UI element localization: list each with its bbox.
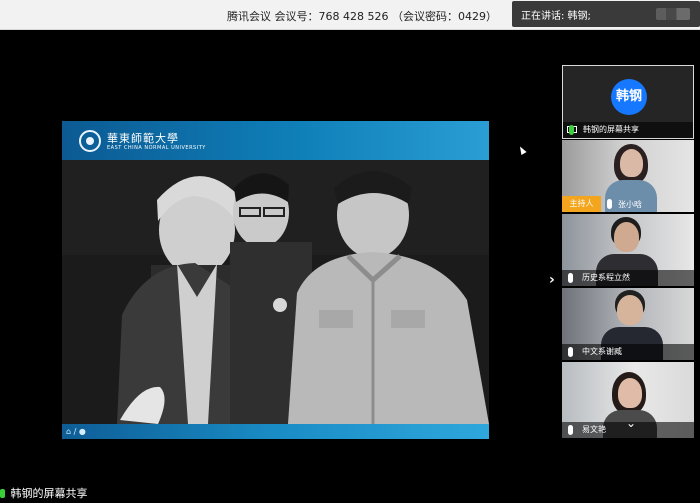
meeting-info: 腾讯会议 会议号：768 428 526 （会议密码：0429） (227, 10, 497, 23)
participant-tile[interactable]: 韩钢 韩钢的屏幕共享 (562, 65, 694, 139)
speaker-bars-icon (656, 8, 690, 20)
mic-icon (607, 199, 612, 209)
participant-name: 中文系谢臧 (582, 347, 622, 356)
participant-tile[interactable]: 中文系谢臧 (562, 288, 694, 360)
chevron-right-icon[interactable]: › (549, 272, 555, 288)
mouse-cursor-icon (517, 145, 527, 155)
participant-name: 易文艳 (582, 425, 606, 434)
participant-face (614, 222, 639, 252)
participant-video-panel[interactable]: 韩钢 韩钢的屏幕共享 主持人 张小晗 历史系程立然 中文系谢臧 易文艳 (562, 65, 695, 438)
shared-screen-stage: 華東師範大學 EAST CHINA NORMAL UNIVERSITY ⌂ ∕ … (0, 30, 558, 500)
participant-tile[interactable]: 历史系程立然 (562, 214, 694, 286)
university-emblem-icon (79, 130, 101, 152)
historical-photo-svg (62, 160, 489, 424)
slide-footer: ⌂ ∕ ● (62, 424, 489, 439)
university-name-en: EAST CHINA NORMAL UNIVERSITY (107, 145, 206, 151)
participant-name: 张小晗 (618, 200, 642, 209)
chevron-down-icon[interactable]: ⌄ (626, 416, 636, 430)
host-badge: 主持人 (562, 196, 601, 212)
participant-tile[interactable]: 主持人 张小晗 (562, 140, 694, 212)
participant-name-bar: 中文系谢臧 (562, 344, 694, 360)
mic-icon (569, 125, 574, 135)
university-name-cn: 華東師範大學 (107, 132, 179, 145)
participant-face (618, 378, 642, 408)
participant-face-front (620, 149, 643, 177)
speaking-text: 正在讲话: 韩钢; (521, 11, 591, 22)
mic-icon (568, 347, 573, 357)
meeting-topbar: 腾讯会议 会议号：768 428 526 （会议密码：0429） 正在讲话: 韩… (0, 0, 700, 30)
shared-slide: 華東師範大學 EAST CHINA NORMAL UNIVERSITY ⌂ ∕ … (62, 121, 489, 439)
historical-photo (62, 160, 489, 424)
participant-name: 历史系程立然 (582, 273, 630, 282)
slide-footer-icons: ⌂ ∕ ● (66, 427, 86, 436)
participant-name-bar: 历史系程立然 (562, 270, 694, 286)
participant-face (617, 295, 643, 325)
participant-name-bar: 韩钢的屏幕共享 (563, 122, 693, 138)
screen-share-label: 韩钢的屏幕共享 (10, 487, 88, 500)
mic-icon (568, 273, 573, 283)
slide-header: 華東師範大學 EAST CHINA NORMAL UNIVERSITY (62, 121, 489, 160)
participant-name: 韩钢的屏幕共享 (583, 125, 639, 134)
avatar: 韩钢 (611, 79, 647, 115)
screen-share-status: 韩钢的屏幕共享 (0, 485, 88, 503)
speaking-indicator: 正在讲话: 韩钢; (512, 1, 700, 27)
mic-icon (568, 425, 573, 435)
mic-icon (0, 489, 5, 498)
